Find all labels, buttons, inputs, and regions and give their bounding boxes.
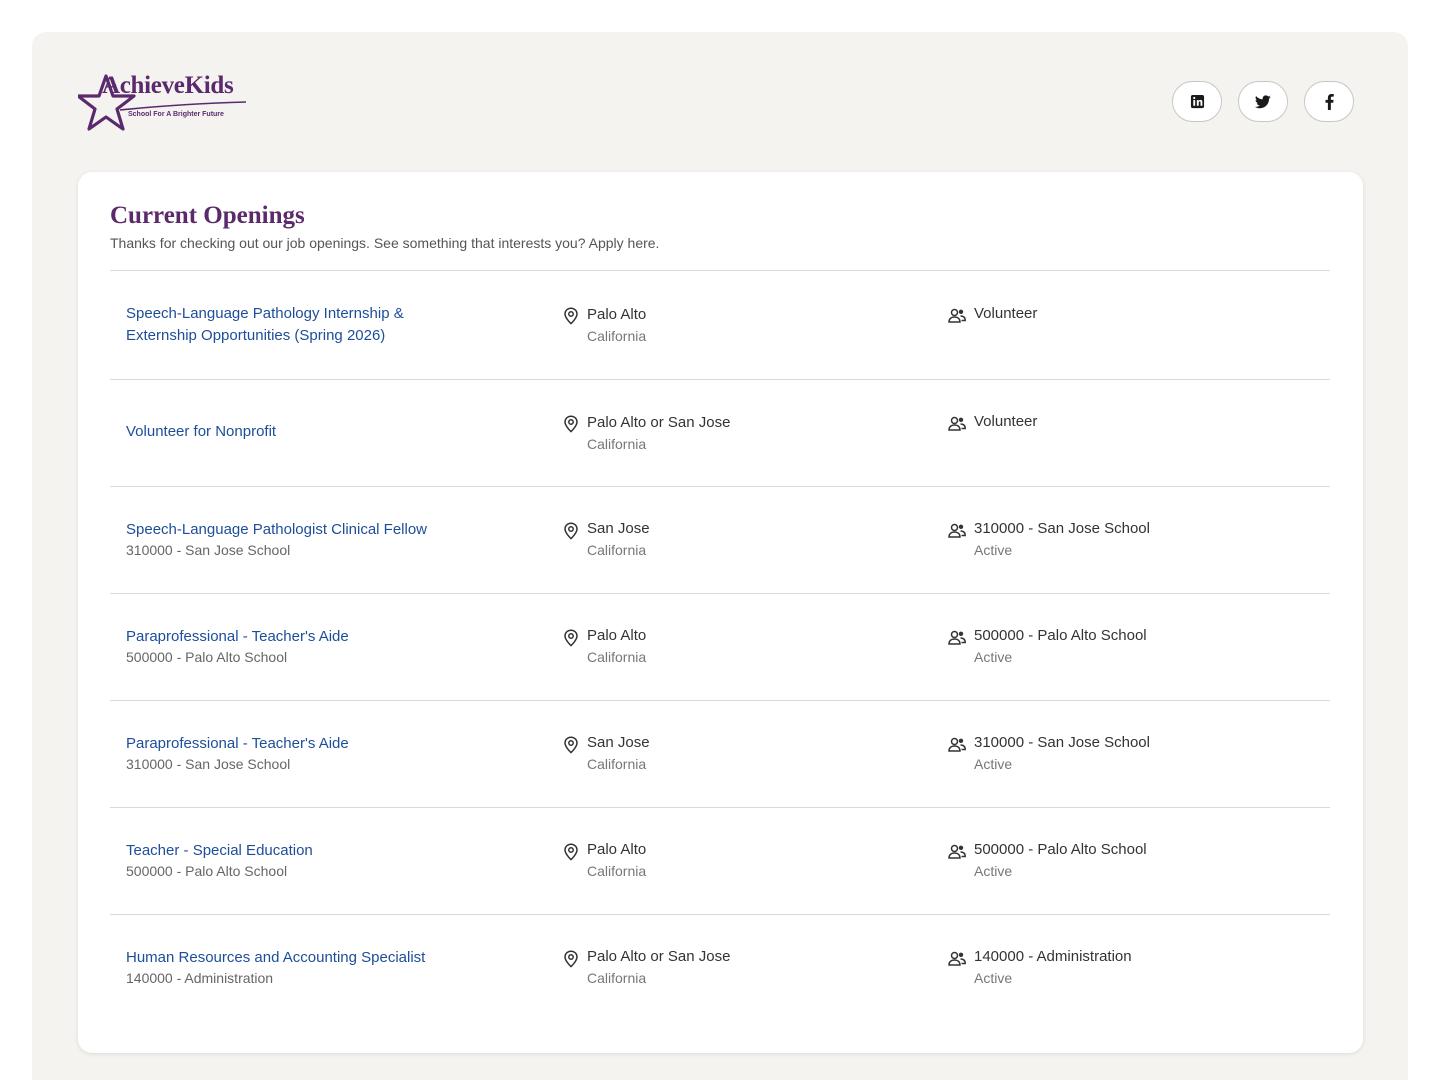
map-pin-icon [564,307,578,325]
job-location: Palo Alto [587,306,647,323]
job-status: Active [974,970,1013,986]
job-row[interactable]: Paraprofessional - Teacher's Aide 500000… [110,594,1330,701]
achievekids-logo[interactable]: AchieveKids School For A Brighter Future [78,70,253,132]
job-title-link[interactable]: Human Resources and Accounting Specialis… [126,947,486,969]
job-region: California [587,542,647,558]
job-department: 310000 - San Jose School [974,520,1150,537]
facebook-button[interactable] [1304,81,1354,122]
job-title-link[interactable]: Volunteer for Nonprofit [126,421,456,443]
job-location: Palo Alto or San Jose [587,948,731,965]
page-title: Current Openings [110,202,305,229]
job-subtitle: 310000 - San Jose School [126,756,291,772]
job-region: California [587,863,647,879]
job-location: San Jose [587,734,650,751]
job-openings-card: Current Openings Thanks for checking out… [78,172,1363,1053]
job-status: Active [974,542,1013,558]
job-row[interactable]: Volunteer for Nonprofit Palo Alto or San… [110,380,1330,487]
job-status: Active [974,649,1013,665]
page-subtitle: Thanks for checking out our job openings… [110,235,660,251]
job-title-link[interactable]: Paraprofessional - Teacher's Aide [126,626,456,648]
map-pin-icon [564,415,578,433]
job-location: Palo Alto [587,627,647,644]
brand-name: AchieveKids [102,72,234,99]
job-row[interactable]: Paraprofessional - Teacher's Aide 310000… [110,701,1330,808]
job-row[interactable]: Speech-Language Pathologist Clinical Fel… [110,487,1330,594]
people-icon [948,630,966,645]
twitter-button[interactable] [1238,81,1288,122]
people-icon [948,844,966,859]
map-pin-icon [564,629,578,647]
brand-tagline: School For A Brighter Future [128,111,224,118]
map-pin-icon [564,843,578,861]
people-icon [948,951,966,966]
linkedin-icon [1190,94,1204,109]
job-department: Volunteer [974,413,1038,430]
map-pin-icon [564,950,578,968]
job-location: Palo Alto [587,841,647,858]
job-subtitle: 140000 - Administration [126,970,274,986]
job-department: Volunteer [974,305,1038,322]
job-subtitle: 500000 - Palo Alto School [126,863,288,879]
job-title-line: Speech-Language Pathology Internship & [126,305,404,322]
job-region: California [587,649,647,665]
job-region: California [587,756,647,772]
map-pin-icon [564,522,578,540]
job-title-line: Externship Opportunities (Spring 2026) [126,327,386,344]
people-icon [948,737,966,752]
job-department: 500000 - Palo Alto School [974,627,1147,644]
job-title-link[interactable]: Paraprofessional - Teacher's Aide [126,733,456,755]
job-row[interactable]: Speech-Language Pathology Internship & E… [110,271,1330,378]
job-title-link[interactable]: Speech-Language Pathology Internship & E… [126,303,456,347]
job-department: 140000 - Administration [974,948,1132,965]
job-row[interactable]: Teacher - Special Education 500000 - Pal… [110,808,1330,915]
job-region: California [587,328,647,344]
job-region: California [587,970,647,986]
map-pin-icon [564,736,578,754]
people-icon [948,416,966,431]
job-status: Active [974,863,1013,879]
twitter-icon [1255,94,1271,108]
job-location: Palo Alto or San Jose [587,414,731,431]
job-region: California [587,436,647,452]
linkedin-button[interactable] [1172,81,1222,122]
job-title-link[interactable]: Teacher - Special Education [126,840,456,862]
people-icon [948,308,966,323]
facebook-icon [1325,93,1334,110]
job-department: 500000 - Palo Alto School [974,841,1147,858]
job-location: San Jose [587,520,650,537]
job-subtitle: 500000 - Palo Alto School [126,649,288,665]
job-department: 310000 - San Jose School [974,734,1150,751]
job-status: Active [974,756,1013,772]
people-icon [948,523,966,538]
job-title-link[interactable]: Speech-Language Pathologist Clinical Fel… [126,519,486,541]
job-subtitle: 310000 - San Jose School [126,542,291,558]
job-row[interactable]: Human Resources and Accounting Specialis… [110,915,1330,1022]
